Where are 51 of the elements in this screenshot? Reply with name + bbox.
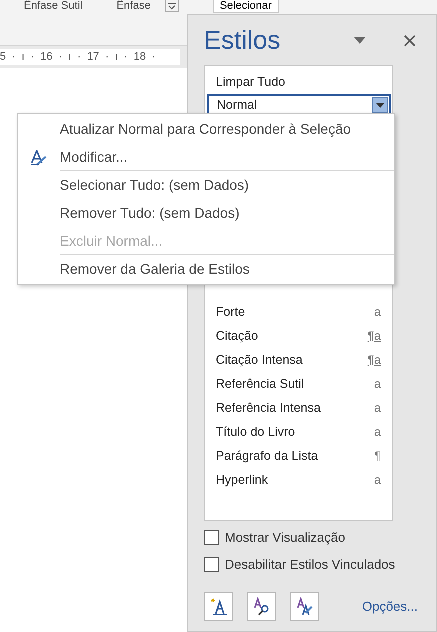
ruler-mark: ı — [22, 50, 25, 65]
style-type-symbol: ¶a — [368, 328, 381, 345]
style-type-symbol: a — [374, 376, 381, 393]
style-type-symbol: a — [374, 400, 381, 417]
style-type-symbol: a — [374, 472, 381, 489]
style-type-symbol: ¶ — [374, 448, 381, 465]
gallery-scroll-button[interactable] — [164, 0, 179, 12]
style-inspector-icon — [252, 596, 272, 616]
ruler-mark: · — [30, 50, 35, 65]
ruler-mark: ı — [68, 50, 72, 65]
style-item[interactable]: Referência Sutil a — [206, 372, 391, 396]
ruler-mark: 18 — [134, 50, 146, 65]
ruler-mark: · — [152, 50, 156, 65]
ruler-mark: · — [12, 50, 16, 65]
select-button[interactable]: Selecionar — [212, 0, 279, 13]
dropdown-icon[interactable] — [372, 97, 388, 113]
manage-styles-button[interactable] — [290, 592, 319, 621]
checkbox-label: Desabilitar Estilos Vinculados — [225, 556, 396, 574]
menu-item[interactable]: Selecionar Tudo: (sem Dados) — [18, 171, 394, 199]
style-type-symbol: ¶a — [368, 352, 381, 369]
menu-item[interactable]: Atualizar Normal para Corresponder à Seleção — [18, 115, 394, 143]
style-inspector-button[interactable] — [247, 592, 276, 621]
pane-title: Estilos — [204, 24, 282, 56]
menu-item[interactable]: Remover Tudo: (sem Dados) — [18, 199, 394, 227]
style-item[interactable]: Parágrafo da Lista ¶ — [206, 444, 391, 468]
style-item[interactable]: Citação Intensa ¶a — [206, 348, 391, 372]
style-item[interactable]: Citação ¶a — [206, 324, 391, 348]
more-icon — [168, 2, 176, 10]
menu-item[interactable]: Remover da Galeria de Estilos — [18, 255, 394, 283]
style-type-symbol: a — [374, 424, 381, 441]
checkbox-label: Mostrar Visualização — [225, 529, 346, 547]
new-style-button[interactable] — [204, 592, 233, 621]
new-style-icon — [208, 596, 228, 616]
ruler-mark: · — [124, 50, 128, 65]
manage-styles-icon — [294, 596, 314, 616]
style-item[interactable]: Limpar Tudo — [206, 70, 391, 94]
ruler-mark: 17 — [87, 50, 100, 65]
ruler-mark: · — [78, 50, 82, 65]
ruler-mark: · — [58, 50, 62, 65]
ruler-mark: ı — [115, 50, 118, 65]
ruler-mark: · — [105, 50, 110, 65]
style-item[interactable]: Título do Livro a — [206, 420, 391, 444]
ruler-mark: 16 — [40, 50, 53, 65]
options-link[interactable]: Opções... — [362, 596, 418, 616]
style-item[interactable]: Referência Intensa a — [206, 396, 391, 420]
checkbox[interactable] — [204, 530, 219, 546]
style-item[interactable]: Forte a — [206, 300, 391, 324]
style-item[interactable]: Hyperlink a — [206, 468, 391, 492]
style-type-symbol: a — [374, 304, 381, 321]
checkbox[interactable] — [204, 556, 219, 572]
ruler-mark: 5 — [0, 50, 6, 65]
